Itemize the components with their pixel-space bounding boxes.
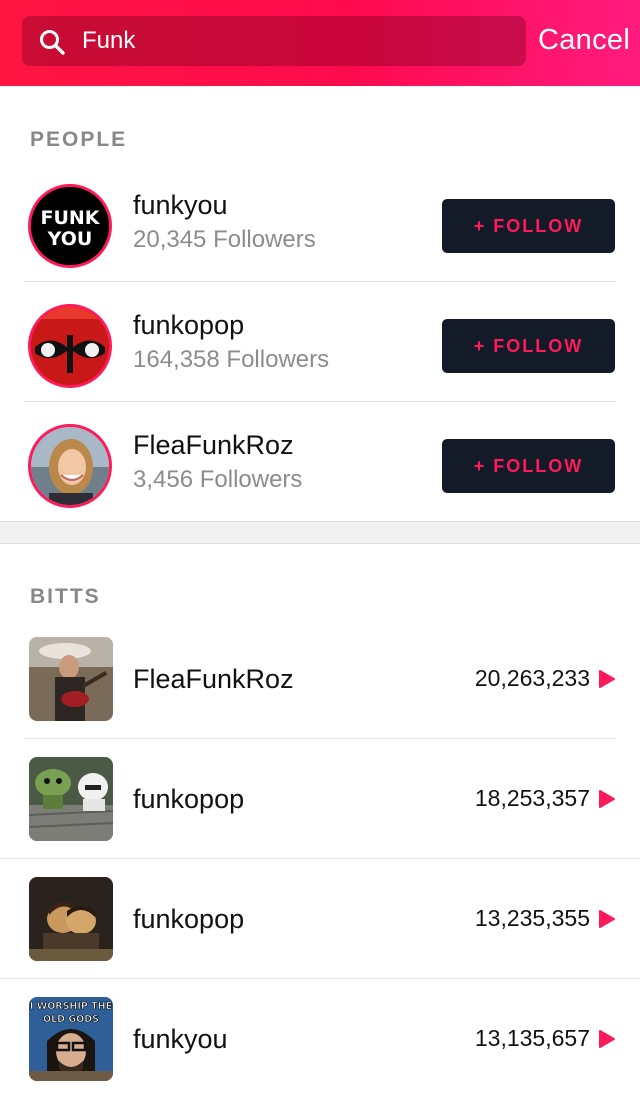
bitt-row[interactable]: I WORSHIP THE OLD GODS funkyou 13,135,65… [0,979,640,1096]
guitar-player-image [29,637,113,721]
funko-pair-image [29,877,113,961]
deadpool-mask-image [31,307,109,385]
meme-caption-line-2: OLD GODS [43,1014,99,1025]
bitts-section-title: BITTS [30,585,101,608]
play-icon[interactable] [598,789,616,809]
funko-figures-image [29,757,113,841]
person-name[interactable]: funkopop [133,310,244,341]
bitt-author[interactable]: funkopop [133,904,244,935]
follower-count: 20,345 Followers [133,226,316,253]
follower-count: 164,358 Followers [133,346,330,373]
people-section-title: PEOPLE [30,128,128,151]
search-box[interactable]: Funk [22,16,526,66]
meme-image: I WORSHIP THE OLD GODS [29,997,113,1081]
view-count: 13,135,657 [474,1025,590,1051]
section-separator [0,521,640,544]
search-input[interactable]: Funk [82,16,512,66]
view-count: 13,235,355 [474,905,590,931]
follow-button[interactable]: + FOLLOW [442,199,615,253]
person-row-fleafunkroz[interactable]: FleaFunkRoz 3,456 Followers + FOLLOW [0,402,640,522]
bitt-author[interactable]: FleaFunkRoz [133,664,294,695]
cancel-button[interactable]: Cancel [538,20,630,60]
follower-count: 3,456 Followers [133,466,303,493]
follow-button[interactable]: + FOLLOW [442,319,615,373]
person-name[interactable]: FleaFunkRoz [133,430,294,461]
play-icon[interactable] [598,669,616,689]
person-row-funkyou[interactable]: FUNK YOU funkyou 20,345 Followers + FOLL… [0,162,640,282]
avatar[interactable] [28,304,112,388]
bitt-author[interactable]: funkopop [133,784,244,815]
bitt-thumbnail[interactable] [29,877,113,961]
logo-text-funk: FUNK [40,207,100,229]
bitt-thumbnail[interactable] [29,637,113,721]
bitt-thumbnail[interactable]: I WORSHIP THE OLD GODS [29,997,113,1081]
bitt-thumbnail[interactable] [29,757,113,841]
search-header: Funk Cancel [0,0,640,86]
view-count: 18,253,357 [474,785,590,811]
follow-button[interactable]: + FOLLOW [442,439,615,493]
search-icon [40,30,65,55]
logo-text-you: YOU [47,228,93,250]
bitt-row[interactable]: funkopop 18,253,357 [0,739,640,859]
play-icon[interactable] [598,1029,616,1049]
profile-photo [31,427,109,505]
view-count: 20,263,233 [474,665,590,691]
bitt-row[interactable]: FleaFunkRoz 20,263,233 [0,619,640,739]
bitt-row[interactable]: funkopop 13,235,355 [0,859,640,979]
meme-caption-line-1: I WORSHIP THE [30,1001,112,1012]
person-name[interactable]: funkyou [133,190,228,221]
play-icon[interactable] [598,909,616,929]
avatar[interactable] [28,424,112,508]
funkyou-logo: FUNK YOU [31,187,109,265]
bitt-author[interactable]: funkyou [133,1024,228,1055]
person-row-funkopop[interactable]: funkopop 164,358 Followers + FOLLOW [0,282,640,402]
avatar[interactable]: FUNK YOU [28,184,112,268]
